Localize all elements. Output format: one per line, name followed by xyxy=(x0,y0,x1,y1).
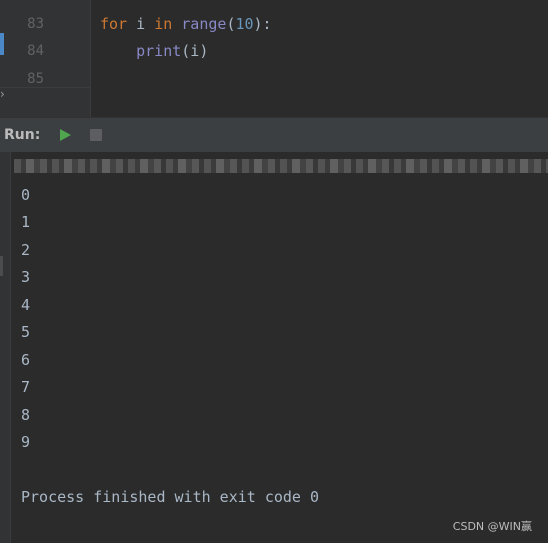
code-line-84[interactable]: print(i) xyxy=(100,42,208,60)
loop-variable: i xyxy=(127,15,155,33)
output-line: 3 xyxy=(21,268,31,286)
run-label: Run: xyxy=(4,127,41,143)
print-args: (i) xyxy=(181,42,209,60)
line-number-85: 85 xyxy=(27,71,44,87)
line-number-83: 83 xyxy=(27,16,44,32)
stop-icon[interactable] xyxy=(90,129,102,141)
output-line: 6 xyxy=(21,351,31,369)
collapse-arrow-icon[interactable]: › xyxy=(0,87,5,101)
exit-message: Process finished with exit code 0 xyxy=(21,488,320,506)
code-editor[interactable]: 83 84 85 › for i in range(10): print(i) xyxy=(0,0,548,117)
run-console[interactable]: 0 1 2 3 4 5 6 7 8 9 Process finished wit… xyxy=(0,152,548,543)
keyword-for: for xyxy=(100,15,128,33)
builtin-range: range xyxy=(181,15,227,33)
editor-gutter: 83 84 85 xyxy=(0,0,91,117)
output-line: 5 xyxy=(21,323,31,341)
output-line: 2 xyxy=(21,241,31,259)
watermark: CSDN @WIN赢 xyxy=(452,520,532,533)
keyword-in: in xyxy=(154,15,173,33)
code-line-83[interactable]: for i in range(10): xyxy=(100,15,272,33)
output-line: 0 xyxy=(21,186,31,204)
output-line: 8 xyxy=(21,406,31,424)
console-marker xyxy=(0,256,3,276)
console-gutter xyxy=(0,152,11,543)
blurred-command-line xyxy=(14,159,548,173)
output-line: 1 xyxy=(21,213,31,231)
run-toolbar: Run: xyxy=(0,117,548,152)
gutter-divider xyxy=(0,87,91,88)
output-line: 9 xyxy=(21,433,31,451)
output-line: 7 xyxy=(21,378,31,396)
close-paren-colon: ): xyxy=(253,15,272,33)
builtin-print: print xyxy=(136,42,182,60)
output-line: 4 xyxy=(21,296,31,314)
play-icon[interactable] xyxy=(58,128,72,142)
number-literal: 10 xyxy=(235,15,254,33)
line-number-84: 84 xyxy=(27,43,44,59)
